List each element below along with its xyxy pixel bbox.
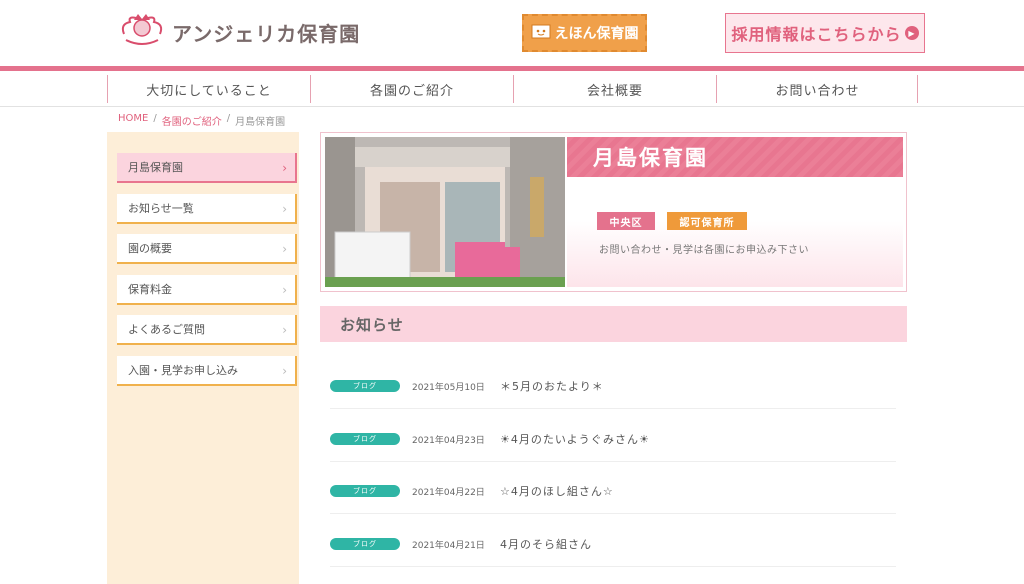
sidebar: 月島保育園 › お知らせ一覧 › 園の概要 › 保育料金 › よくあるご質問 ›… xyxy=(107,132,299,584)
sidebar-item-label: 月島保育園 xyxy=(128,161,183,174)
sidebar-item-faq[interactable]: よくあるご質問 › xyxy=(117,315,297,345)
news-category-badge: ブログ xyxy=(330,485,400,497)
global-nav: 大切にしていること 各園のご紹介 会社概要 お問い合わせ xyxy=(0,71,1024,107)
sidebar-item-overview[interactable]: 園の概要 › xyxy=(117,234,297,264)
news-date: 2021年04月23日 xyxy=(412,436,485,446)
sidebar-item-top[interactable]: 月島保育園 › xyxy=(117,153,297,183)
chevron-right-icon: › xyxy=(282,323,287,337)
breadcrumb-current: 月島保育園 xyxy=(235,117,286,128)
news-date: 2021年04月22日 xyxy=(412,488,485,498)
news-heading: お知らせ xyxy=(320,306,907,342)
news-title[interactable]: ☆4月のほし組さん☆ xyxy=(500,483,614,499)
breadcrumb: HOME / 各園のご紹介 / 月島保育園 xyxy=(118,113,285,128)
news-date: 2021年05月10日 xyxy=(412,383,485,393)
nursery-title: 月島保育園 xyxy=(593,146,708,170)
news-date: 2021年04月21日 xyxy=(412,541,485,551)
breadcrumb-home[interactable]: HOME xyxy=(118,113,148,128)
angelica-crest-icon xyxy=(116,12,168,52)
nav-item-philosophy[interactable]: 大切にしていること xyxy=(107,75,310,103)
sidebar-item-label: 入園・見学お申し込み xyxy=(128,364,238,377)
type-tag: 認可保育所 xyxy=(667,212,747,230)
news-item[interactable]: ブログ 2021年04月21日 4月のそら組さん xyxy=(330,515,896,567)
sidebar-item-news[interactable]: お知らせ一覧 › xyxy=(117,194,297,224)
news-category-badge: ブログ xyxy=(330,538,400,550)
sidebar-item-label: 保育料金 xyxy=(128,283,172,296)
sidebar-item-label: お知らせ一覧 xyxy=(128,202,194,215)
news-title[interactable]: ＊5月のおたより＊ xyxy=(500,378,604,394)
play-arrow-icon: ▶ xyxy=(904,26,919,40)
news-category-badge: ブログ xyxy=(330,433,400,445)
chevron-right-icon: › xyxy=(282,202,287,216)
news-item[interactable]: ブログ 2021年04月23日 ☀4月のたいようぐみさん☀ xyxy=(330,410,896,462)
chevron-right-icon: › xyxy=(282,283,287,297)
sidebar-item-label: 園の概要 xyxy=(128,242,172,255)
news-item[interactable]: ブログ 2021年04月22日 ☆4月のほし組さん☆ xyxy=(330,462,896,514)
breadcrumb-separator: / xyxy=(226,113,231,124)
nav-item-company[interactable]: 会社概要 xyxy=(513,75,716,103)
site-header: アンジェリカ保育園 えほん保育園 採用情報はこちらから ▶ xyxy=(0,0,1024,66)
sidebar-item-application[interactable]: 入園・見学お申し込み › xyxy=(117,356,297,386)
nav-item-contact[interactable]: お問い合わせ xyxy=(716,75,918,103)
recruit-label: 採用情報はこちらから xyxy=(731,25,902,44)
breadcrumb-parent[interactable]: 各園のご紹介 xyxy=(162,113,222,128)
book-face-icon xyxy=(531,22,551,44)
news-title[interactable]: 4月のそら組さん xyxy=(500,536,592,552)
recruit-button[interactable]: 採用情報はこちらから ▶ xyxy=(725,13,925,53)
news-category-badge: ブログ xyxy=(330,380,400,392)
nursery-info: 中央区 認可保育所 お問い合わせ・見学は各園にお申込み下さい xyxy=(567,177,903,287)
site-logo[interactable]: アンジェリカ保育園 xyxy=(116,12,360,52)
nav-item-nurseries[interactable]: 各園のご紹介 xyxy=(310,75,513,103)
nav-divider xyxy=(917,75,918,103)
ehon-nursery-banner[interactable]: えほん保育園 xyxy=(522,14,647,52)
nursery-card: 月島保育園 中央区 認可保育所 お問い合わせ・見学は各園にお申込み下さい xyxy=(320,132,907,292)
chevron-right-icon: › xyxy=(282,364,287,378)
chevron-right-icon: › xyxy=(282,161,287,175)
sidebar-item-fees[interactable]: 保育料金 › xyxy=(117,275,297,305)
nursery-title-bar: 月島保育園 xyxy=(567,137,903,177)
sidebar-item-label: よくあるご質問 xyxy=(128,323,205,336)
area-tag: 中央区 xyxy=(597,212,655,230)
logo-text: アンジェリカ保育園 xyxy=(172,21,361,46)
contact-note: お問い合わせ・見学は各園にお申込み下さい xyxy=(599,245,809,256)
chevron-right-icon: › xyxy=(282,242,287,256)
news-item[interactable]: ブログ 2021年05月10日 ＊5月のおたより＊ xyxy=(330,357,896,409)
breadcrumb-separator: / xyxy=(153,113,157,124)
news-title[interactable]: ☀4月のたいようぐみさん☀ xyxy=(500,431,650,447)
nursery-entrance-photo xyxy=(325,137,565,287)
ehon-banner-label: えほん保育園 xyxy=(554,26,639,42)
